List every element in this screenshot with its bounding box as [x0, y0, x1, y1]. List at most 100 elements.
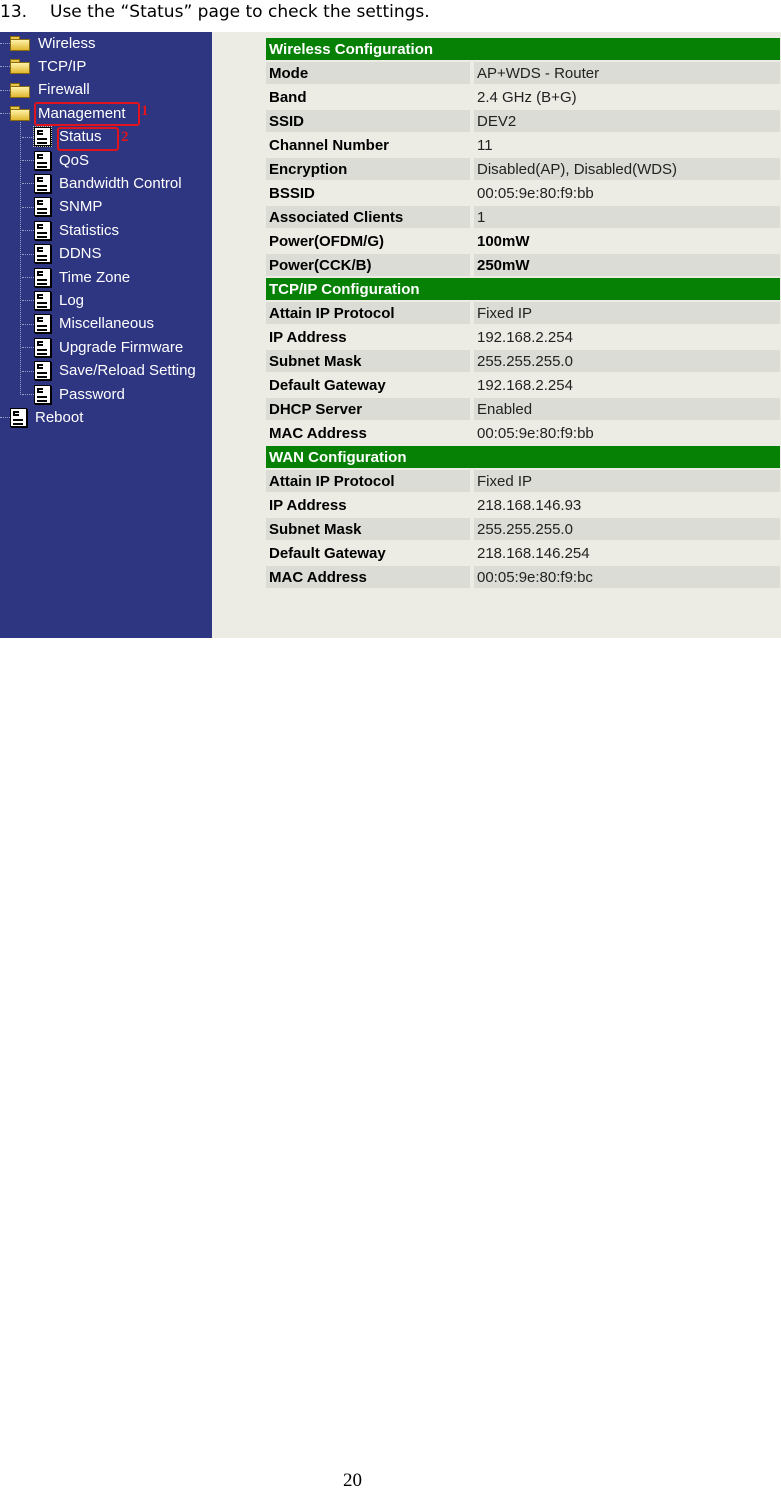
sidebar-item-statistics[interactable]: Statistics [22, 219, 119, 241]
tree-connector [22, 300, 34, 302]
row-label: Default Gateway [266, 542, 474, 564]
table-row: Channel Number 11 [266, 134, 780, 156]
table-row: Band 2.4 GHz (B+G) [266, 86, 780, 108]
row-label: Band [266, 86, 474, 108]
row-label: IP Address [266, 494, 474, 516]
tree-connector [22, 183, 34, 185]
router-status-screenshot: Wireless TCP/IP Firewall Management 1 Status 2… [0, 32, 781, 638]
callout-number-1: 1 [141, 103, 149, 120]
row-value: Enabled [474, 398, 780, 420]
row-label: MAC Address [266, 422, 474, 444]
tree-item-label: Upgrade Firmware [59, 338, 184, 356]
page-icon [34, 220, 51, 240]
row-value: 255.255.255.0 [474, 350, 780, 372]
tree-item-label: QoS [59, 151, 90, 169]
tree-connector [0, 66, 10, 68]
row-label: Channel Number [266, 134, 474, 156]
table-row: Power(OFDM/G) 100mW [266, 230, 780, 252]
table-row: MAC Address 00:05:9e:80:f9:bb [266, 422, 780, 444]
row-value: 100mW [474, 230, 780, 252]
sidebar-item-reboot[interactable]: Reboot [0, 406, 83, 428]
tree-item-label: Save/Reload Setting [59, 362, 196, 380]
sidebar-item-log[interactable]: Log [22, 289, 85, 311]
row-label: Attain IP Protocol [266, 470, 474, 492]
tree-connector [0, 417, 10, 419]
tree-item-label: Log [59, 291, 85, 309]
row-value: 255.255.255.0 [474, 518, 780, 540]
row-label: Power(OFDM/G) [266, 230, 474, 252]
tree-item-label: TCP/IP [38, 57, 87, 75]
table-row: Subnet Mask 255.255.255.0 [266, 518, 780, 540]
page-icon [34, 173, 51, 193]
page-icon [34, 337, 51, 357]
row-label: Subnet Mask [266, 350, 474, 372]
sidebar-item-ddns[interactable]: DDNS [22, 243, 102, 265]
row-value: DEV2 [474, 110, 780, 132]
section-title: Wireless Configuration [266, 38, 780, 60]
row-label: MAC Address [266, 566, 474, 588]
sidebar-item-bandwidth-control[interactable]: Bandwidth Control [22, 172, 182, 194]
page-icon [34, 197, 51, 217]
row-label: Default Gateway [266, 374, 474, 396]
row-label: BSSID [266, 182, 474, 204]
step-instruction: 13. Use the “Status” page to check the se… [0, 2, 430, 22]
row-value: AP+WDS - Router [474, 62, 780, 84]
row-value: 1 [474, 206, 780, 228]
step-text: Use the “Status” page to check the setti… [50, 2, 430, 22]
table-row: Encryption Disabled(AP), Disabled(WDS) [266, 158, 780, 180]
folder-icon [10, 82, 30, 98]
page-number: 20 [343, 1470, 362, 1491]
table-row: Power(CCK/B) 250mW [266, 254, 780, 276]
tree-connector [22, 323, 34, 325]
page-icon [34, 244, 51, 264]
section-title: TCP/IP Configuration [266, 278, 780, 300]
sidebar-item-qos[interactable]: QoS [22, 149, 90, 171]
sidebar-folder-tcp-ip[interactable]: TCP/IP [0, 55, 87, 77]
section-title: WAN Configuration [266, 446, 780, 468]
tree-item-label: Firewall [38, 81, 90, 99]
table-row: Attain IP Protocol Fixed IP [266, 302, 780, 324]
sidebar-item-save-reload-setting[interactable]: Save/Reload Setting [22, 360, 196, 382]
tree-connector [22, 394, 34, 395]
row-label: SSID [266, 110, 474, 132]
page-icon [10, 407, 27, 427]
tree-connector [22, 347, 34, 349]
table-row: IP Address 218.168.146.93 [266, 494, 780, 516]
sidebar-tree: Wireless TCP/IP Firewall Management 1 Status 2… [0, 32, 212, 638]
row-value: 218.168.146.93 [474, 494, 780, 516]
tree-connector-line [20, 121, 21, 395]
management-highlight-box [34, 102, 140, 127]
row-value: Fixed IP [474, 470, 780, 492]
tree-connector [22, 136, 34, 138]
tree-item-label: Wireless [38, 34, 96, 52]
page-icon [34, 314, 51, 334]
sidebar-folder-firewall[interactable]: Firewall [0, 79, 90, 101]
row-label: Attain IP Protocol [266, 302, 474, 324]
tree-item-label: Bandwidth Control [59, 174, 182, 192]
row-value: 250mW [474, 254, 780, 276]
folder-icon [10, 59, 30, 75]
sidebar-item-upgrade-firmware[interactable]: Upgrade Firmware [22, 336, 184, 358]
row-value: 2.4 GHz (B+G) [474, 86, 780, 108]
tree-item-label: Time Zone [59, 268, 131, 286]
page-icon [34, 361, 51, 381]
row-label: Subnet Mask [266, 518, 474, 540]
table-row: SSID DEV2 [266, 110, 780, 132]
row-label: Encryption [266, 158, 474, 180]
step-number: 13. [0, 2, 28, 22]
section-header-wireless-configuration: Wireless Configuration [266, 38, 780, 60]
sidebar-item-time-zone[interactable]: Time Zone [22, 266, 131, 288]
sidebar-item-miscellaneous[interactable]: Miscellaneous [22, 313, 155, 335]
table-row: Subnet Mask 255.255.255.0 [266, 350, 780, 372]
row-value: 218.168.146.254 [474, 542, 780, 564]
tree-item-label: DDNS [59, 245, 102, 263]
tree-connector [0, 113, 10, 115]
row-label: Power(CCK/B) [266, 254, 474, 276]
tree-connector [22, 277, 34, 278]
sidebar-item-snmp[interactable]: SNMP [22, 196, 102, 218]
sidebar-item-password[interactable]: Password [22, 383, 125, 405]
tree-item-label: Miscellaneous [59, 315, 155, 333]
page-icon [34, 384, 51, 404]
table-row: Default Gateway 218.168.146.254 [266, 542, 780, 564]
sidebar-folder-wireless[interactable]: Wireless [0, 32, 96, 54]
